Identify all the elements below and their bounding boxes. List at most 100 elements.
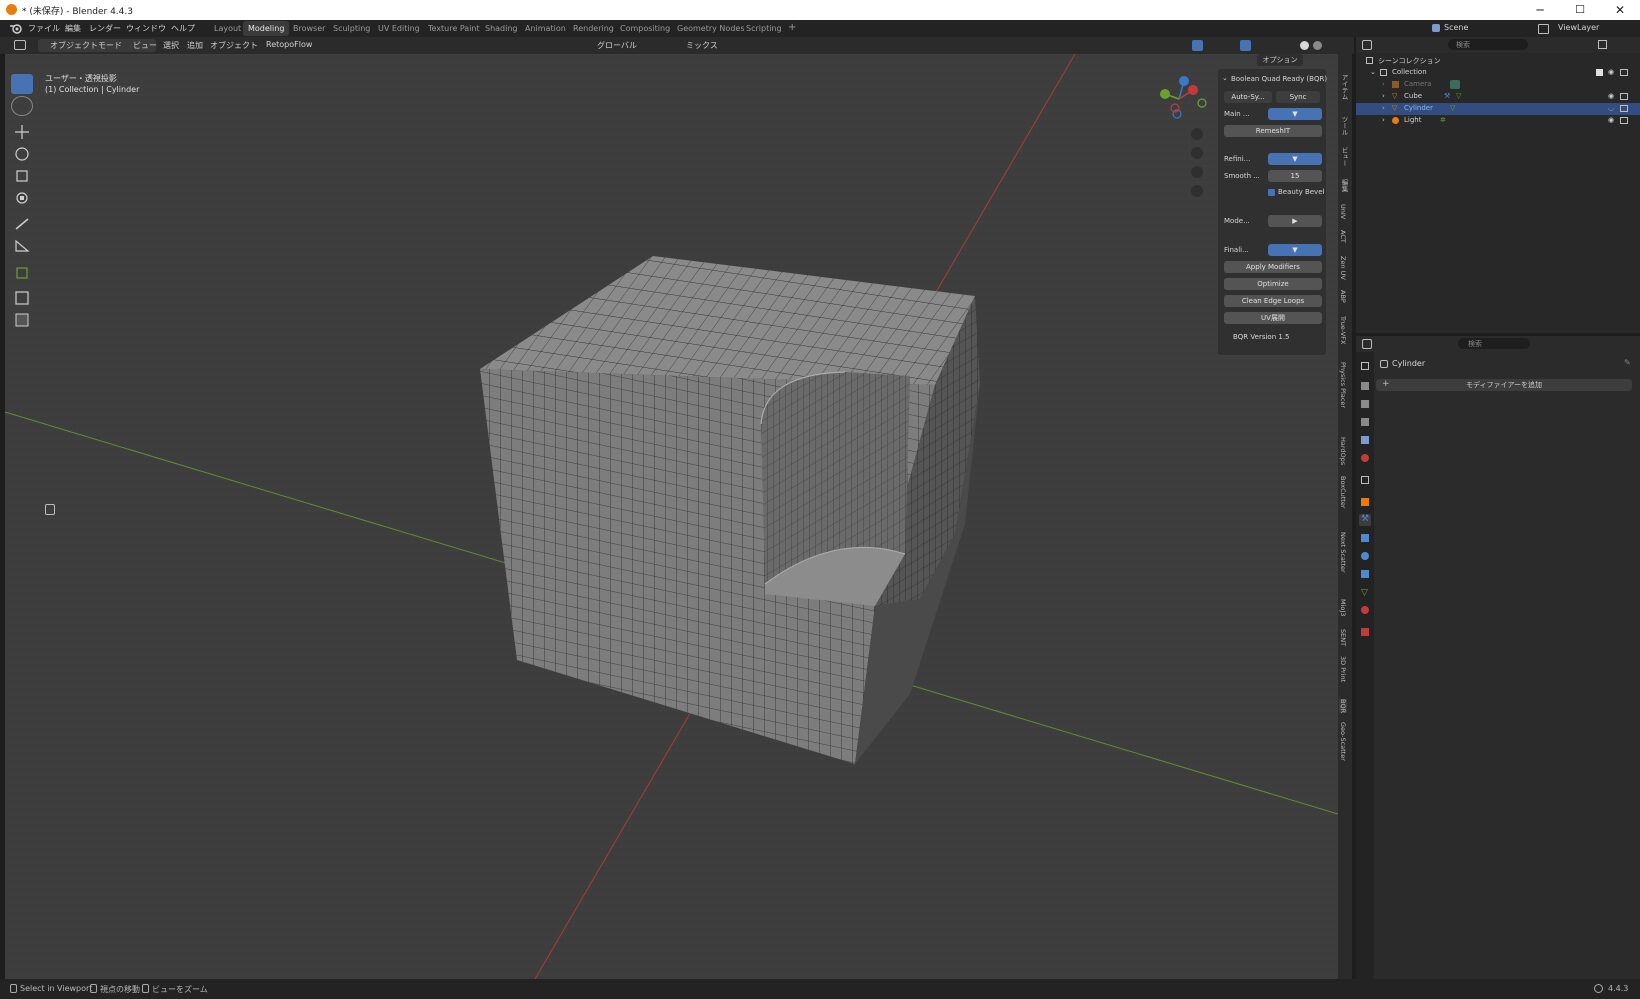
close-button[interactable]: ✕	[1600, 1, 1640, 19]
snapping-selector[interactable]: ミックス	[686, 40, 718, 51]
menu-edit[interactable]: 編集	[65, 23, 81, 34]
visibility-eye-icon[interactable]: ◉	[1608, 92, 1614, 100]
uv-unwrap-button[interactable]: UV展開	[1224, 312, 1322, 324]
tab-univ[interactable]: UnIV	[1339, 204, 1347, 219]
outliner-item-cylinder[interactable]: › ▽ Cylinder ▽ ◡	[1356, 103, 1640, 115]
3d-viewport[interactable]: ユーザー・透視投影 (1) Collection | Cylinder オプショ…	[5, 54, 1338, 979]
workspace-tab-shading[interactable]: Shading	[480, 21, 523, 36]
panel-collapse-icon[interactable]: ⌄	[1222, 74, 1228, 82]
workspace-tab-animation[interactable]: Animation	[520, 21, 571, 36]
optimize-button[interactable]: Optimize	[1224, 278, 1322, 290]
mode-selector[interactable]: オブジェクトモード	[50, 40, 122, 51]
select-box-tool-icon[interactable]	[11, 74, 33, 94]
transform-tool-icon[interactable]	[11, 188, 33, 208]
overlay-toggle-icon[interactable]	[1240, 40, 1251, 51]
expand-icon[interactable]: ›	[1382, 80, 1385, 88]
add-workspace-button[interactable]: +	[788, 22, 796, 33]
workspace-tab-browser[interactable]: Browser	[288, 21, 330, 36]
retopoflow-menu[interactable]: RetopoFlow	[266, 40, 312, 49]
tab-true-vfx[interactable]: True-VFX	[1339, 316, 1347, 344]
workspace-tab-scripting[interactable]: Scripting	[741, 21, 787, 36]
auto-sync-toggle[interactable]: Auto-Sy...	[1224, 91, 1272, 103]
output-tab-icon[interactable]	[1361, 400, 1369, 408]
workspace-tab-layout[interactable]: Layout	[209, 21, 246, 36]
tab-view[interactable]: ビュー	[1339, 147, 1349, 167]
expand-icon[interactable]: ›	[1382, 92, 1385, 100]
beauty-bevel-checkbox[interactable]	[1268, 189, 1275, 196]
zoom-icon[interactable]	[1191, 128, 1203, 140]
outliner-item-camera[interactable]: › Camera	[1356, 79, 1640, 91]
view-layer-selector[interactable]: ViewLayer	[1558, 23, 1599, 32]
blender-menu-icon[interactable]	[10, 23, 22, 34]
workspace-tab-texture-paint[interactable]: Texture Paint	[423, 21, 485, 36]
tab-next-scatter[interactable]: Next Scatter	[1339, 532, 1347, 573]
visibility-eye-icon[interactable]: ◡	[1608, 104, 1614, 112]
maximize-button[interactable]: ☐	[1560, 1, 1600, 19]
data-tab-icon[interactable]: ▽	[1361, 588, 1368, 598]
tab-boxcutter[interactable]: BoxCutter	[1339, 476, 1347, 509]
expand-icon[interactable]: ›	[1382, 116, 1385, 124]
finalize-dropdown[interactable]: ▼	[1268, 244, 1322, 256]
scene-collection-row[interactable]: シーンコレクション	[1356, 55, 1640, 67]
workspace-tab-compositing[interactable]: Compositing	[615, 21, 675, 36]
collection-checkbox[interactable]	[1596, 69, 1603, 76]
light-probe-icon[interactable]	[45, 504, 55, 515]
refine-dropdown[interactable]: ▼	[1268, 153, 1322, 165]
texture-tab-icon[interactable]	[1361, 628, 1369, 636]
tab-sent[interactable]: SENT	[1339, 629, 1347, 646]
render-tab-icon[interactable]	[1361, 382, 1369, 390]
menu-window[interactable]: ウィンドウ	[126, 23, 166, 34]
menu-add[interactable]: 追加	[187, 40, 203, 51]
minimize-button[interactable]: ─	[1520, 1, 1560, 19]
object-tab-icon[interactable]	[1361, 498, 1369, 506]
menu-object[interactable]: オブジェクト	[210, 40, 258, 51]
world-tab-icon[interactable]	[1361, 454, 1369, 462]
gizmo-toggle-icon[interactable]	[1192, 40, 1203, 51]
tab-zen-uv[interactable]: Zen UV	[1339, 256, 1347, 280]
workspace-tab-geometry-nodes[interactable]: Geometry Nodes	[672, 21, 749, 36]
tool-tab-icon[interactable]	[1361, 362, 1369, 370]
options-button[interactable]: オプション	[1257, 54, 1303, 66]
image-tool-icon[interactable]	[11, 310, 33, 330]
main-dropdown[interactable]: ▼	[1268, 108, 1322, 120]
workspace-tab-modeling[interactable]: Modeling	[243, 21, 290, 36]
workspace-tab-rendering[interactable]: Rendering	[568, 21, 619, 36]
render-camera-icon[interactable]	[1620, 117, 1628, 124]
modes-expand-button[interactable]: ▶	[1268, 215, 1322, 227]
editor-type-icon[interactable]	[14, 40, 26, 50]
pin-icon[interactable]: ✎	[1624, 358, 1631, 367]
clean-edge-loops-button[interactable]: Clean Edge Loops	[1224, 295, 1322, 307]
outliner-item-cube[interactable]: › ▽ Cube ⚒ ▽ ◉	[1356, 91, 1640, 103]
tab-3d-print[interactable]: 3D Print	[1339, 656, 1347, 682]
tab-abp[interactable]: ABP	[1339, 290, 1347, 303]
menu-file[interactable]: ファイル	[28, 23, 60, 34]
workspace-tab-uv-editing[interactable]: UV Editing	[373, 21, 425, 36]
visibility-eye-icon[interactable]: ◉	[1608, 116, 1614, 124]
menu-select[interactable]: 選択	[163, 40, 179, 51]
transform-orientation[interactable]: グローバル	[597, 40, 637, 51]
modifier-tab-icon[interactable]: ⚒	[1359, 514, 1371, 526]
scale-tool-icon[interactable]	[11, 166, 33, 186]
tab-item[interactable]: アイテム	[1339, 74, 1349, 100]
solid-shading-icon[interactable]	[1300, 41, 1309, 50]
sync-button[interactable]: Sync	[1276, 91, 1320, 103]
remeshit-button[interactable]: RemeshIT	[1224, 125, 1322, 137]
menu-view[interactable]: ビュー	[133, 40, 157, 51]
annotate-tool-icon[interactable]	[11, 214, 33, 234]
tab-act[interactable]: ACT	[1339, 230, 1347, 243]
properties-editor-icon[interactable]	[1362, 339, 1372, 349]
tab-physics-placer[interactable]: Physics Placer	[1339, 362, 1347, 408]
rotate-tool-icon[interactable]	[11, 144, 33, 164]
tab-mioj3[interactable]: MioJ3	[1339, 599, 1347, 616]
tab-hardops[interactable]: HardOps	[1339, 437, 1347, 465]
tab-geo-scatter[interactable]: Geo-Scatter	[1339, 722, 1347, 761]
scene-tab-icon[interactable]	[1361, 436, 1369, 444]
measure-tool-icon[interactable]	[11, 236, 33, 256]
collection-tab-icon[interactable]	[1361, 476, 1369, 484]
workspace-tab-sculpting[interactable]: Sculpting	[328, 21, 375, 36]
expand-icon[interactable]: ›	[1382, 104, 1385, 112]
grid-view-icon[interactable]	[1191, 185, 1203, 197]
view-layer-tab-icon[interactable]	[1361, 418, 1369, 426]
scene-selector[interactable]: Scene	[1444, 23, 1468, 32]
outliner-item-light[interactable]: › Light ✲ ◉	[1356, 115, 1640, 127]
